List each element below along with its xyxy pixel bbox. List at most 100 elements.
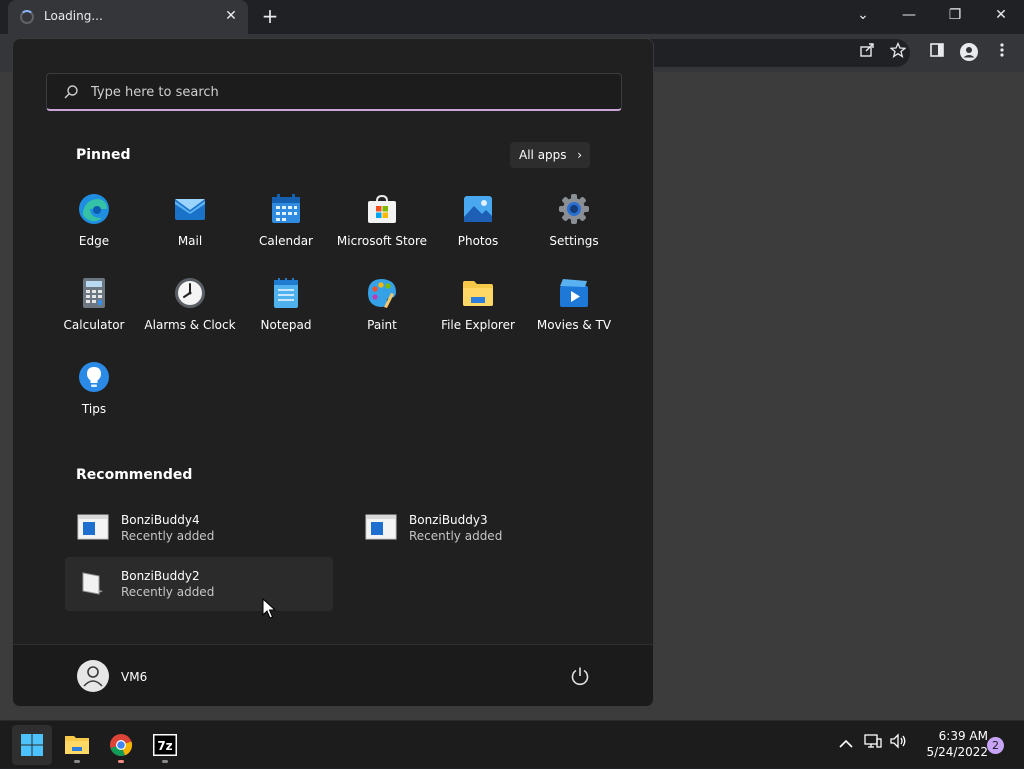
close-window-button[interactable]: ✕ xyxy=(978,0,1024,30)
7zip-icon: 7z xyxy=(153,734,177,756)
restore-button[interactable]: ❐ xyxy=(932,0,978,30)
running-indicator xyxy=(74,760,80,763)
pinned-app-label: File Explorer xyxy=(441,318,515,332)
pinned-app-calendar[interactable]: Calendar xyxy=(238,183,334,253)
pinned-app-label: Microsoft Store xyxy=(336,234,428,248)
pinned-app-microsoft-store[interactable]: Microsoft Store xyxy=(334,183,430,253)
bookmark-star-icon[interactable] xyxy=(887,41,909,64)
pinned-app-label: Paint xyxy=(367,318,397,332)
taskbar-7zip[interactable]: 7z xyxy=(145,725,185,765)
recommended-item-bonzibuddy2[interactable]: BonziBuddy2 Recently added xyxy=(65,557,333,611)
pinned-app-edge[interactable]: Edge xyxy=(46,183,142,253)
running-indicator xyxy=(118,760,124,763)
recommended-item-bonzibuddy3[interactable]: BonziBuddy3 Recently added xyxy=(353,501,621,555)
browser-tabstrip: Loading... ✕ + ⌄ — ❐ ✕ xyxy=(0,0,1024,34)
settings-gear-icon xyxy=(559,194,589,224)
calculator-icon xyxy=(83,278,105,308)
new-tab-button[interactable]: + xyxy=(258,5,282,29)
network-icon[interactable] xyxy=(861,733,885,757)
taskbar-chrome[interactable] xyxy=(101,725,141,765)
mouse-cursor-icon xyxy=(262,598,276,619)
recommended-item-subtitle: Recently added xyxy=(121,529,215,543)
mail-icon xyxy=(175,199,205,220)
pinned-app-label: Settings xyxy=(549,234,599,248)
profile-icon[interactable] xyxy=(958,42,980,64)
system-clock[interactable]: 6:39 AM 5/24/2022 xyxy=(908,728,988,760)
pinned-app-label: Edge xyxy=(78,234,110,248)
store-icon xyxy=(368,194,396,223)
photos-icon xyxy=(464,196,492,222)
running-indicator xyxy=(162,760,168,763)
clock-date: 5/24/2022 xyxy=(926,745,988,759)
start-menu-footer: VM6 xyxy=(13,644,653,706)
pinned-app-calculator[interactable]: Calculator xyxy=(46,267,142,337)
pinned-app-label: Calculator xyxy=(63,318,125,332)
all-apps-button[interactable]: All apps › xyxy=(510,142,590,168)
calendar-icon xyxy=(272,194,300,223)
notepad-icon xyxy=(274,278,298,308)
pinned-app-settings[interactable]: Settings xyxy=(526,183,622,253)
side-panel-icon[interactable] xyxy=(926,42,948,64)
chrome-icon xyxy=(110,734,133,757)
pinned-app-tips[interactable]: Tips xyxy=(46,351,142,421)
clock-time: 6:39 AM xyxy=(938,729,988,743)
power-icon[interactable] xyxy=(569,665,591,687)
pinned-app-label: Tips xyxy=(81,402,107,416)
pinned-app-label: Notepad xyxy=(260,318,312,332)
recommended-item-name: BonziBuddy3 xyxy=(409,513,488,527)
folder-icon xyxy=(463,281,493,306)
recommended-item-name: BonziBuddy4 xyxy=(121,513,200,527)
alarm-clock-icon xyxy=(175,278,205,308)
show-hidden-icons-chevron-icon[interactable] xyxy=(834,733,858,757)
pinned-app-label: Photos xyxy=(457,234,499,248)
volume-speaker-icon[interactable] xyxy=(886,733,910,757)
edge-icon xyxy=(79,194,109,224)
file-explorer-icon xyxy=(65,736,89,754)
pinned-app-label: Movies & TV xyxy=(536,318,612,332)
browser-tab[interactable]: Loading... ✕ xyxy=(8,0,248,34)
notification-badge[interactable]: 2 xyxy=(987,737,1004,754)
pinned-app-notepad[interactable]: Notepad xyxy=(238,267,334,337)
pinned-app-mail[interactable]: Mail xyxy=(142,183,238,253)
user-icon xyxy=(83,666,103,687)
paint-palette-icon xyxy=(368,279,396,308)
pinned-app-label: Mail xyxy=(177,234,203,248)
svg-text:7z: 7z xyxy=(157,739,172,753)
loading-spinner-icon xyxy=(20,10,34,24)
pinned-app-file-explorer[interactable]: File Explorer xyxy=(430,267,526,337)
user-name[interactable]: VM6 xyxy=(121,670,147,684)
pinned-app-movies-tv[interactable]: Movies & TV xyxy=(526,267,622,337)
pinned-app-label: Alarms & Clock xyxy=(144,318,236,332)
windows-start-icon xyxy=(21,734,43,756)
tips-lightbulb-icon xyxy=(79,362,109,392)
tab-search-button[interactable]: ⌄ xyxy=(840,0,886,30)
taskbar: 7z 6:39 AM 5/24/2022 2 xyxy=(0,720,1024,768)
pinned-heading: Pinned xyxy=(76,147,131,163)
search-icon xyxy=(64,85,78,99)
start-menu: Pinned All apps › Edge Mail Calendar Mic… xyxy=(12,38,654,707)
pinned-app-photos[interactable]: Photos xyxy=(430,183,526,253)
recommended-item-bonzibuddy4[interactable]: BonziBuddy4 Recently added xyxy=(65,501,333,555)
pinned-app-alarms-clock[interactable]: Alarms & Clock xyxy=(142,267,238,337)
movies-tv-icon xyxy=(560,279,588,307)
tab-close-button[interactable]: ✕ xyxy=(222,7,240,25)
search-input[interactable] xyxy=(89,74,589,110)
taskbar-file-explorer[interactable] xyxy=(57,725,97,765)
pinned-app-label: Calendar xyxy=(259,234,313,248)
pinned-app-paint[interactable]: Paint xyxy=(334,267,430,337)
shortcut-file-icon xyxy=(82,572,103,595)
share-icon[interactable] xyxy=(856,42,878,64)
app-window-icon xyxy=(77,514,109,540)
tab-title: Loading... xyxy=(44,9,103,23)
minimize-button[interactable]: — xyxy=(886,0,932,30)
search-box[interactable] xyxy=(46,73,622,111)
user-avatar[interactable] xyxy=(77,660,109,692)
recommended-item-subtitle: Recently added xyxy=(409,529,503,543)
start-button[interactable] xyxy=(12,725,52,765)
browser-menu-icon[interactable] xyxy=(991,42,1013,64)
recommended-item-name: BonziBuddy2 xyxy=(121,569,200,583)
recommended-heading: Recommended xyxy=(76,467,193,483)
recommended-item-subtitle: Recently added xyxy=(121,585,215,599)
chevron-right-icon: › xyxy=(577,148,582,162)
all-apps-label: All apps xyxy=(519,148,567,162)
